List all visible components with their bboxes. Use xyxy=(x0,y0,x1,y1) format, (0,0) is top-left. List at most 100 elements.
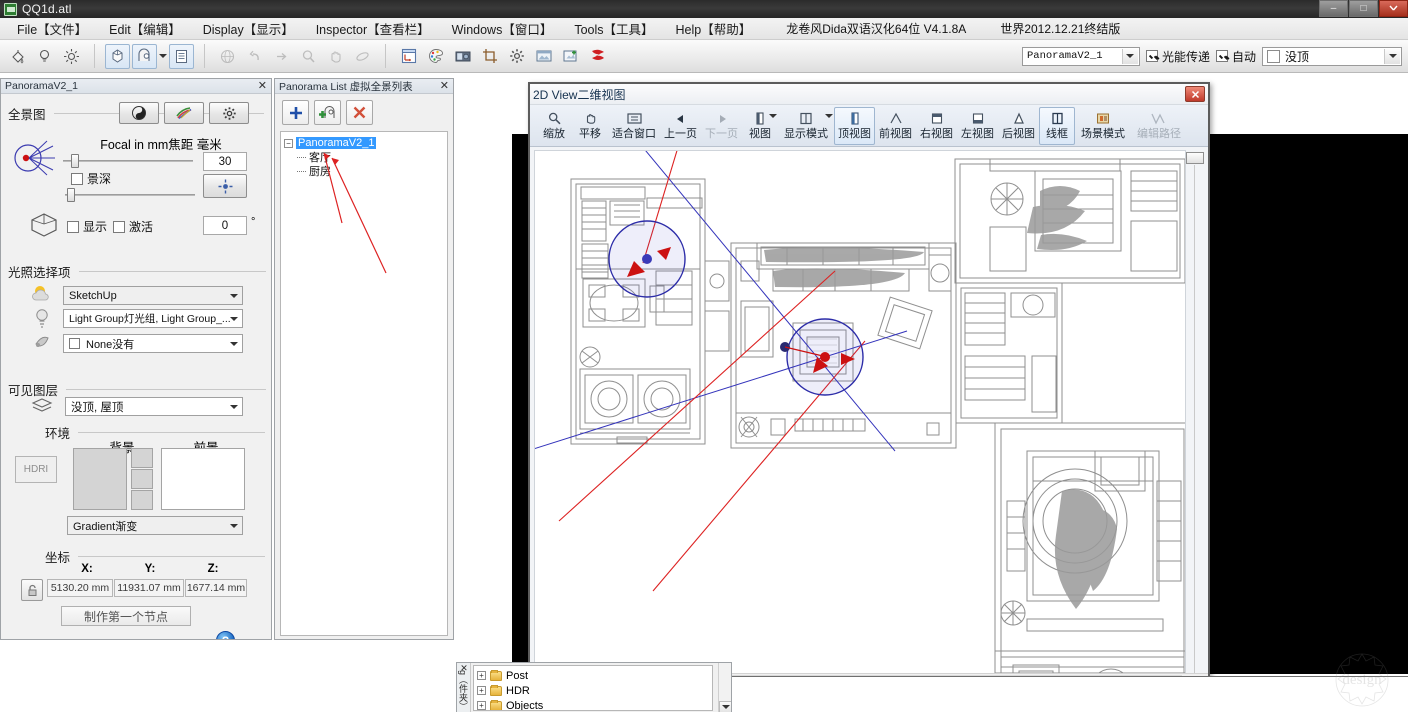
floorplan-canvas[interactable] xyxy=(534,150,1186,712)
axis-window-icon[interactable] xyxy=(396,44,421,69)
front-view-button[interactable]: 前视图 xyxy=(875,107,916,145)
focal-value-field[interactable]: 30 xyxy=(203,152,247,171)
show-checkbox[interactable]: 显示 xyxy=(67,218,107,235)
panel-close-icon[interactable]: ✕ xyxy=(258,80,267,91)
help-button[interactable]: ? xyxy=(216,631,235,639)
zoom-icon[interactable] xyxy=(296,44,321,69)
make-first-node-button[interactable]: 制作第一个节点 xyxy=(61,606,191,626)
settings-gear-icon[interactable] xyxy=(504,44,529,69)
add-panorama-button[interactable] xyxy=(282,100,309,125)
dialog-close-button[interactable] xyxy=(1185,86,1205,102)
zoom-tool[interactable]: 缩放 xyxy=(536,107,572,145)
left-view-button[interactable]: 左视图 xyxy=(957,107,998,145)
panel-close-icon[interactable]: ✕ xyxy=(460,664,470,674)
display-mode-menu[interactable]: 显示模式 xyxy=(778,107,834,145)
wireframe-button[interactable]: 线框 xyxy=(1039,107,1075,145)
light-bulb-icon[interactable] xyxy=(32,44,57,69)
menu-tools[interactable]: Tools【工具】 xyxy=(563,17,664,40)
dof-slider[interactable] xyxy=(65,188,195,202)
panel-close-icon[interactable]: ✕ xyxy=(440,80,449,91)
redo-icon[interactable] xyxy=(269,44,294,69)
fit-window-tool[interactable]: 适合窗口 xyxy=(608,107,660,145)
tree-expand-icon[interactable]: + xyxy=(477,701,486,710)
angle-value-field[interactable]: 0 xyxy=(203,216,247,235)
active-checkbox[interactable]: 激活 xyxy=(113,218,153,235)
color-palette-icon[interactable] xyxy=(423,44,448,69)
mode-dropdown-arrow[interactable] xyxy=(158,44,168,69)
image-icon[interactable] xyxy=(531,44,556,69)
panorama-tree[interactable]: − PanoramaV2_1 客厅 厨房 xyxy=(280,131,448,636)
folder-label[interactable]: HDR xyxy=(506,685,530,697)
panorama-settings-button[interactable] xyxy=(209,102,249,124)
crop-icon[interactable] xyxy=(477,44,502,69)
menu-help[interactable]: Help【帮助】 xyxy=(665,17,763,40)
tree-collapse-icon[interactable]: − xyxy=(284,138,293,148)
list-panel-icon[interactable] xyxy=(169,43,194,69)
view-menu[interactable]: 视图 xyxy=(742,107,778,145)
background-swatch[interactable] xyxy=(131,448,153,468)
folder-row[interactable]: + Objects xyxy=(477,698,709,711)
sun-icon[interactable] xyxy=(59,44,84,69)
globe-icon[interactable] xyxy=(215,44,240,69)
next-page-button[interactable]: 下一页 xyxy=(701,107,742,145)
background-swatch[interactable] xyxy=(131,469,153,489)
tree-expand-icon[interactable]: + xyxy=(477,686,486,695)
stop-render-icon[interactable] xyxy=(585,44,610,69)
panorama-select[interactable]: PanoramaV2_1 xyxy=(1021,46,1140,66)
focus-target-button[interactable] xyxy=(203,174,247,198)
lighting-none-select[interactable]: None没有 xyxy=(63,334,243,353)
panorama-preview-button[interactable] xyxy=(119,102,159,124)
chevron-down-icon[interactable] xyxy=(769,114,777,118)
prev-page-button[interactable]: 上一页 xyxy=(660,107,701,145)
lighting-group-select[interactable]: Light Group灯光组, Light Group_... xyxy=(63,309,243,328)
focal-slider[interactable] xyxy=(63,154,193,168)
undo-icon[interactable] xyxy=(242,44,267,69)
menu-inspector[interactable]: Inspector【查看栏】 xyxy=(305,17,441,40)
menu-windows[interactable]: Windows【窗口】 xyxy=(441,17,564,40)
camera-panorama-icon[interactable] xyxy=(132,43,157,69)
add-image-icon[interactable] xyxy=(558,44,583,69)
pan-tool[interactable]: 平移 xyxy=(572,107,608,145)
lock-coordinates-button[interactable] xyxy=(21,579,43,601)
tree-child-label[interactable]: 厨房 xyxy=(309,163,331,179)
folders-tree[interactable]: + Post + HDR + Objects xyxy=(473,665,713,711)
close-button[interactable] xyxy=(1379,0,1408,17)
tree-expand-icon[interactable]: + xyxy=(477,671,486,680)
radiosity-checkbox[interactable]: 光能传递 xyxy=(1145,48,1210,65)
y-value-field[interactable]: 11931.07 mm xyxy=(114,579,184,597)
lighting-sky-select[interactable]: SketchUp xyxy=(63,286,243,305)
right-view-button[interactable]: 右视图 xyxy=(916,107,957,145)
maximize-button[interactable]: □ xyxy=(1349,0,1378,17)
scroll-down-button[interactable] xyxy=(719,701,731,712)
x-value-field[interactable]: 5130.20 mm xyxy=(47,579,113,597)
menu-file[interactable]: File【文件】 xyxy=(6,17,98,40)
layer-select[interactable]: 没顶 xyxy=(1262,46,1402,66)
background-preview[interactable] xyxy=(73,448,127,510)
object-cube-icon[interactable] xyxy=(105,43,130,69)
tree-child-node[interactable]: 厨房 xyxy=(284,164,444,178)
tree-root-label[interactable]: PanoramaV2_1 xyxy=(296,137,377,149)
add-camera-button[interactable] xyxy=(314,100,341,125)
paint-bucket-icon[interactable] xyxy=(5,44,30,69)
render-camera-icon[interactable] xyxy=(450,44,475,69)
foreground-preview[interactable] xyxy=(161,448,245,510)
slider-knob[interactable] xyxy=(67,188,75,202)
menu-display[interactable]: Display【显示】 xyxy=(192,17,305,40)
minimize-button[interactable]: – xyxy=(1319,0,1348,17)
delete-panorama-button[interactable] xyxy=(346,100,373,125)
top-view-button[interactable]: 顶视图 xyxy=(834,107,875,145)
slider-knob[interactable] xyxy=(1186,152,1204,164)
orbit-icon[interactable] xyxy=(350,44,375,69)
folders-scrollbar[interactable] xyxy=(718,663,731,712)
tree-root-node[interactable]: − PanoramaV2_1 xyxy=(284,136,444,150)
folder-label[interactable]: Objects xyxy=(506,700,543,711)
slider-knob[interactable] xyxy=(71,154,79,168)
menu-edit[interactable]: Edit【编辑】 xyxy=(98,17,192,40)
scene-mode-button[interactable]: 场景模式 xyxy=(1075,107,1131,145)
back-view-button[interactable]: 后视图 xyxy=(998,107,1039,145)
gradient-select[interactable]: Gradient渐变 xyxy=(67,516,243,535)
folder-label[interactable]: Post xyxy=(506,670,528,682)
layers-select[interactable]: 没顶, 屋顶 xyxy=(65,397,243,416)
zoom-slider[interactable] xyxy=(1186,150,1204,712)
2d-view-dialog[interactable]: 2D View二维视图 缩放 平移 适合窗口 上一页 下一页 视图 显示模式 顶… xyxy=(528,82,1210,712)
